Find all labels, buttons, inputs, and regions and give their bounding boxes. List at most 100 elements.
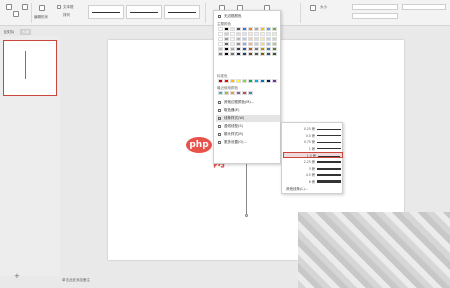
- color-swatch[interactable]: [242, 79, 247, 83]
- color-swatch[interactable]: [254, 47, 259, 51]
- line-width-option[interactable]: 2.25 磅: [283, 159, 343, 165]
- tab-outline[interactable]: 大纲: [20, 29, 31, 35]
- arrow-style-item[interactable]: 箭头样式(R): [216, 131, 280, 138]
- color-swatch[interactable]: [218, 47, 223, 51]
- size-icon[interactable]: [310, 5, 316, 11]
- shape-icon[interactable]: [6, 4, 12, 10]
- color-swatch[interactable]: [248, 79, 253, 83]
- color-swatch[interactable]: [260, 37, 265, 41]
- color-swatch[interactable]: [242, 47, 247, 51]
- color-swatch[interactable]: [260, 32, 265, 36]
- line-width-option[interactable]: 0.25 磅: [283, 126, 343, 132]
- textbox-button[interactable]: 文本框: [63, 5, 74, 10]
- color-swatch[interactable]: [272, 47, 277, 51]
- color-swatch[interactable]: [254, 27, 259, 31]
- color-swatch[interactable]: [224, 37, 229, 41]
- height-input[interactable]: [352, 4, 398, 10]
- color-swatch[interactable]: [242, 91, 247, 95]
- color-swatch[interactable]: [224, 91, 229, 95]
- line-width-option[interactable]: 1 磅: [283, 146, 343, 152]
- color-swatch[interactable]: [236, 91, 241, 95]
- color-swatch[interactable]: [218, 37, 223, 41]
- color-swatch[interactable]: [260, 42, 265, 46]
- color-swatch[interactable]: [224, 52, 229, 56]
- color-swatch[interactable]: [260, 52, 265, 56]
- color-swatch[interactable]: [224, 79, 229, 83]
- line-style-preview[interactable]: [88, 5, 124, 19]
- color-swatch[interactable]: [218, 27, 223, 31]
- color-swatch[interactable]: [230, 47, 235, 51]
- dash-type-item[interactable]: 虚线线型(S): [216, 123, 280, 130]
- color-swatch[interactable]: [236, 27, 241, 31]
- color-swatch[interactable]: [254, 52, 259, 56]
- color-swatch[interactable]: [272, 52, 277, 56]
- color-swatch[interactable]: [248, 91, 253, 95]
- more-border-colors-item[interactable]: 其他边框颜色(M)...: [216, 99, 280, 106]
- arrange-button[interactable]: 排列: [63, 13, 70, 18]
- color-swatch[interactable]: [224, 47, 229, 51]
- color-swatch[interactable]: [218, 32, 223, 36]
- color-swatch[interactable]: [266, 27, 271, 31]
- color-swatch[interactable]: [248, 47, 253, 51]
- color-swatch[interactable]: [272, 32, 277, 36]
- color-swatch[interactable]: [230, 37, 235, 41]
- color-swatch[interactable]: [254, 42, 259, 46]
- color-swatch[interactable]: [242, 32, 247, 36]
- color-swatch[interactable]: [266, 42, 271, 46]
- color-swatch[interactable]: [248, 42, 253, 46]
- eyedropper-item[interactable]: 取色器(E): [216, 107, 280, 114]
- color-swatch[interactable]: [272, 79, 277, 83]
- color-swatch[interactable]: [230, 32, 235, 36]
- color-swatch[interactable]: [266, 37, 271, 41]
- color-swatch[interactable]: [236, 79, 241, 83]
- color-swatch[interactable]: [218, 91, 223, 95]
- line-width-option[interactable]: 1.5 磅: [283, 152, 343, 159]
- color-swatch[interactable]: [236, 32, 241, 36]
- color-swatch[interactable]: [248, 32, 253, 36]
- more-settings-item[interactable]: 更多设置(O)...: [216, 139, 280, 146]
- color-swatch[interactable]: [242, 52, 247, 56]
- color-swatch[interactable]: [230, 27, 235, 31]
- line-style-preview[interactable]: [164, 5, 200, 19]
- color-swatch[interactable]: [266, 52, 271, 56]
- color-swatch[interactable]: [242, 42, 247, 46]
- color-swatch[interactable]: [260, 27, 265, 31]
- edit-shape-icon[interactable]: [39, 5, 45, 11]
- color-swatch[interactable]: [272, 42, 277, 46]
- color-swatch[interactable]: [230, 91, 235, 95]
- color-swatch[interactable]: [230, 52, 235, 56]
- color-swatch[interactable]: [236, 47, 241, 51]
- color-swatch[interactable]: [260, 79, 265, 83]
- color-swatch[interactable]: [266, 79, 271, 83]
- color-swatch[interactable]: [224, 32, 229, 36]
- edit-shape-button[interactable]: 编辑形状: [34, 15, 48, 20]
- color-swatch[interactable]: [248, 52, 253, 56]
- color-swatch[interactable]: [236, 42, 241, 46]
- color-swatch[interactable]: [230, 42, 235, 46]
- color-swatch[interactable]: [272, 37, 277, 41]
- line-width-option[interactable]: 3 磅: [283, 166, 343, 172]
- color-swatch[interactable]: [254, 79, 259, 83]
- color-swatch[interactable]: [266, 32, 271, 36]
- color-swatch[interactable]: [254, 32, 259, 36]
- tab-slides[interactable]: 幻灯片: [2, 29, 17, 35]
- more-lines-item[interactable]: 其他线条(L)...: [286, 187, 308, 192]
- line-style-preview[interactable]: [126, 5, 162, 19]
- color-swatch[interactable]: [218, 52, 223, 56]
- no-border-color-item[interactable]: 无边框颜色: [216, 13, 280, 20]
- line-width-option[interactable]: 4.5 磅: [283, 172, 343, 178]
- color-swatch[interactable]: [254, 37, 259, 41]
- color-swatch[interactable]: [236, 37, 241, 41]
- color-swatch[interactable]: [236, 52, 241, 56]
- shape-icon[interactable]: [22, 4, 28, 10]
- color-swatch[interactable]: [242, 27, 247, 31]
- shape-icon[interactable]: [13, 11, 19, 17]
- slide-thumbnail[interactable]: [3, 40, 57, 96]
- color-swatch[interactable]: [260, 47, 265, 51]
- color-swatch[interactable]: [266, 47, 271, 51]
- line-style-item[interactable]: 线条样式(W): [216, 115, 280, 122]
- width-input[interactable]: [352, 13, 398, 19]
- color-swatch[interactable]: [248, 37, 253, 41]
- color-swatch[interactable]: [224, 42, 229, 46]
- color-swatch[interactable]: [218, 42, 223, 46]
